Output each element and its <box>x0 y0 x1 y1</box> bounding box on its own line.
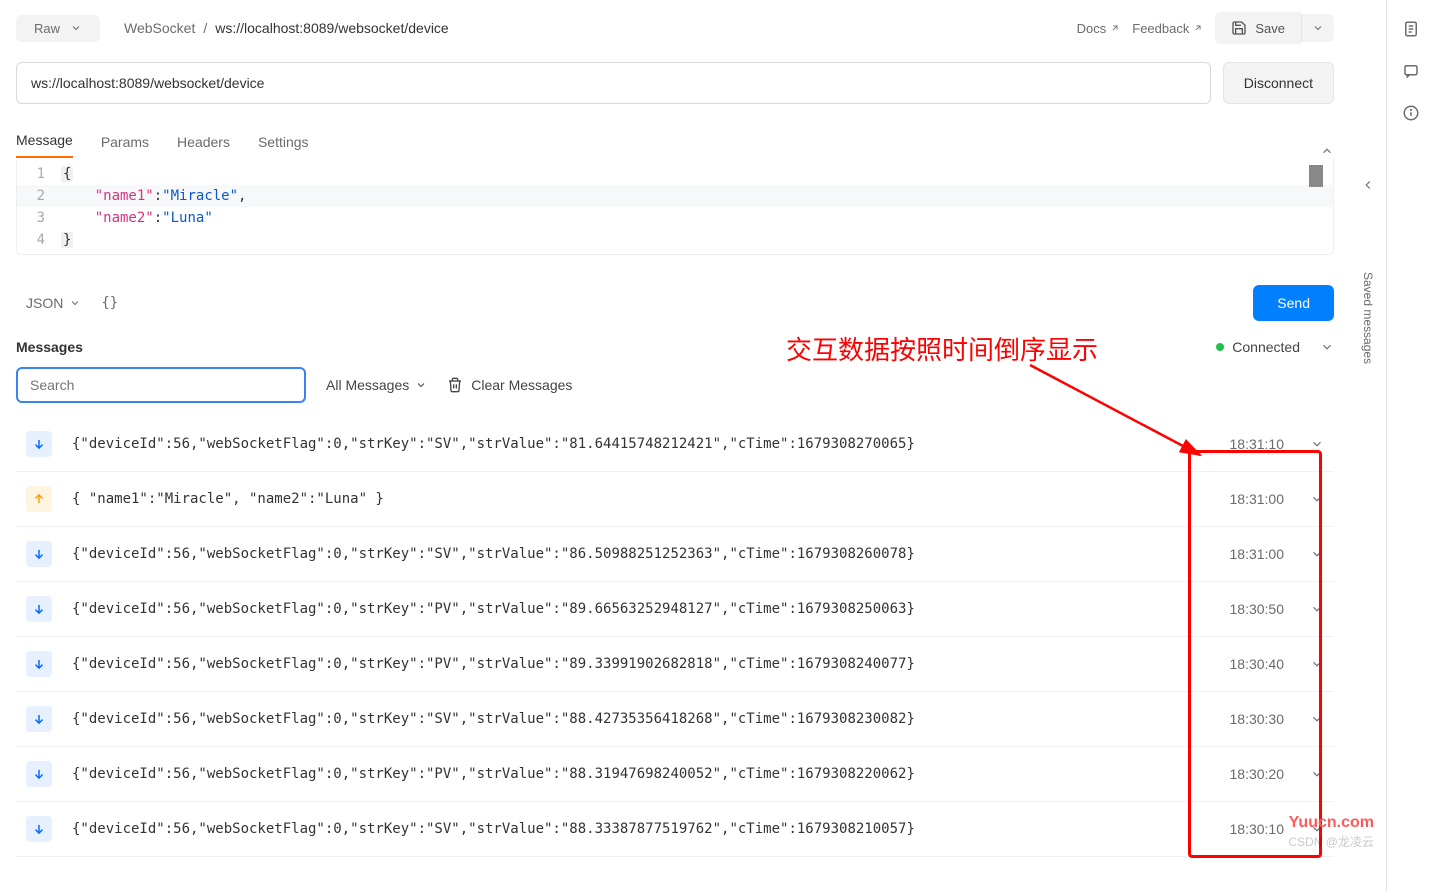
tab-headers[interactable]: Headers <box>177 134 230 158</box>
expand-message-icon[interactable] <box>1310 602 1324 616</box>
collapse-icon[interactable] <box>1320 144 1334 158</box>
external-link-icon <box>1193 23 1203 33</box>
arrow-down-icon <box>26 541 52 567</box>
raw-dropdown[interactable]: Raw <box>16 15 100 42</box>
sidebar-right <box>1386 0 1434 892</box>
message-time: 18:30:30 <box>1230 711 1285 727</box>
message-time: 18:30:20 <box>1230 766 1285 782</box>
raw-label: Raw <box>34 21 60 36</box>
crumb-url[interactable]: ws://localhost:8089/websocket/device <box>215 20 448 36</box>
chevron-down-icon <box>1312 22 1324 34</box>
header-row: Raw WebSocket / ws://localhost:8089/webs… <box>16 12 1334 44</box>
message-time: 18:31:10 <box>1230 436 1285 452</box>
chevron-down-icon <box>70 22 82 34</box>
arrow-down-icon <box>26 706 52 732</box>
expand-message-icon[interactable] <box>1310 767 1324 781</box>
tab-message[interactable]: Message <box>16 132 73 158</box>
expand-message-icon[interactable] <box>1310 547 1324 561</box>
message-row[interactable]: {"deviceId":56,"webSocketFlag":0,"strKey… <box>16 747 1334 802</box>
expand-message-icon[interactable] <box>1310 822 1324 836</box>
beautify-button[interactable]: {} <box>101 295 118 311</box>
arrow-down-icon <box>26 816 52 842</box>
message-content: {"deviceId":56,"webSocketFlag":0,"strKey… <box>72 766 1210 782</box>
message-row[interactable]: {"deviceId":56,"webSocketFlag":0,"strKey… <box>16 582 1334 637</box>
message-content: {"deviceId":56,"webSocketFlag":0,"strKey… <box>72 436 1210 452</box>
trash-icon <box>447 377 463 393</box>
request-tabs: Message Params Headers Settings <box>16 132 1334 159</box>
arrow-down-icon <box>26 431 52 457</box>
clear-messages-button[interactable]: Clear Messages <box>447 377 572 393</box>
websocket-url-input[interactable] <box>16 62 1211 104</box>
docs-link[interactable]: Docs <box>1077 21 1121 36</box>
message-content: {"deviceId":56,"webSocketFlag":0,"strKey… <box>72 821 1210 837</box>
expand-message-icon[interactable] <box>1310 712 1324 726</box>
format-dropdown[interactable]: JSON <box>16 295 81 311</box>
arrow-down-icon <box>26 761 52 787</box>
document-icon[interactable] <box>1402 20 1420 38</box>
send-button[interactable]: Send <box>1253 285 1334 321</box>
save-button[interactable]: Save <box>1215 12 1301 44</box>
message-content: {"deviceId":56,"webSocketFlag":0,"strKey… <box>72 546 1210 562</box>
message-content: {"deviceId":56,"webSocketFlag":0,"strKey… <box>72 711 1210 727</box>
minimap[interactable] <box>1309 165 1323 187</box>
message-list[interactable]: {"deviceId":56,"webSocketFlag":0,"strKey… <box>16 417 1334 892</box>
expand-message-icon[interactable] <box>1310 657 1324 671</box>
messages-title: Messages <box>16 339 83 355</box>
tab-params[interactable]: Params <box>101 134 149 158</box>
tab-settings[interactable]: Settings <box>258 134 309 158</box>
crumb-protocol[interactable]: WebSocket <box>124 20 195 36</box>
message-content: { "name1":"Miracle", "name2":"Luna" } <box>72 491 1210 507</box>
message-content: {"deviceId":56,"webSocketFlag":0,"strKey… <box>72 601 1210 617</box>
message-time: 18:30:50 <box>1230 601 1285 617</box>
save-dropdown-button[interactable] <box>1301 14 1334 42</box>
message-row[interactable]: {"deviceId":56,"webSocketFlag":0,"strKey… <box>16 637 1334 692</box>
message-time: 18:31:00 <box>1230 546 1285 562</box>
messages-header: Messages Connected <box>16 339 1334 355</box>
message-time: 18:30:40 <box>1230 656 1285 672</box>
filter-dropdown[interactable]: All Messages <box>326 377 427 393</box>
message-row[interactable]: {"deviceId":56,"webSocketFlag":0,"strKey… <box>16 802 1334 857</box>
message-time: 18:30:10 <box>1230 821 1285 837</box>
arrow-down-icon <box>26 596 52 622</box>
message-row[interactable]: {"deviceId":56,"webSocketFlag":0,"strKey… <box>16 527 1334 582</box>
saved-messages-rail: Saved messages <box>1350 170 1386 510</box>
message-editor[interactable]: 1{ 2 "name1":"Miracle", 3 "name2":"Luna"… <box>16 159 1334 255</box>
status-chevron[interactable] <box>1320 340 1334 354</box>
breadcrumb: WebSocket / ws://localhost:8089/websocke… <box>124 20 449 36</box>
feedback-link[interactable]: Feedback <box>1132 21 1203 36</box>
arrow-up-icon <box>26 486 52 512</box>
arrow-down-icon <box>26 651 52 677</box>
info-icon[interactable] <box>1402 104 1420 122</box>
message-content: {"deviceId":56,"webSocketFlag":0,"strKey… <box>72 656 1210 672</box>
saved-messages-label: Saved messages <box>1361 272 1375 364</box>
expand-message-icon[interactable] <box>1310 492 1324 506</box>
expand-message-icon[interactable] <box>1310 437 1324 451</box>
message-row[interactable]: {"deviceId":56,"webSocketFlag":0,"strKey… <box>16 692 1334 747</box>
messages-toolbar: All Messages Clear Messages <box>16 367 1334 403</box>
comment-icon[interactable] <box>1402 62 1420 80</box>
search-input[interactable] <box>16 367 306 403</box>
chevron-down-icon <box>415 379 427 391</box>
chevron-left-icon[interactable] <box>1361 178 1375 192</box>
save-group: Save <box>1215 12 1334 44</box>
message-time: 18:31:00 <box>1230 491 1285 507</box>
main-area: Raw WebSocket / ws://localhost:8089/webs… <box>0 0 1350 892</box>
url-row: Disconnect <box>16 62 1334 104</box>
message-row[interactable]: { "name1":"Miracle", "name2":"Luna" } 18:… <box>16 472 1334 527</box>
chevron-down-icon <box>69 297 81 309</box>
external-link-icon <box>1110 23 1120 33</box>
status-dot-icon <box>1216 343 1224 351</box>
connection-status: Connected <box>1216 339 1334 355</box>
status-label: Connected <box>1232 339 1300 355</box>
message-row[interactable]: {"deviceId":56,"webSocketFlag":0,"strKey… <box>16 417 1334 472</box>
disconnect-button[interactable]: Disconnect <box>1223 62 1334 104</box>
crumb-sep: / <box>203 20 207 36</box>
save-icon <box>1231 20 1247 36</box>
format-send-row: JSON {} Send <box>16 285 1334 321</box>
